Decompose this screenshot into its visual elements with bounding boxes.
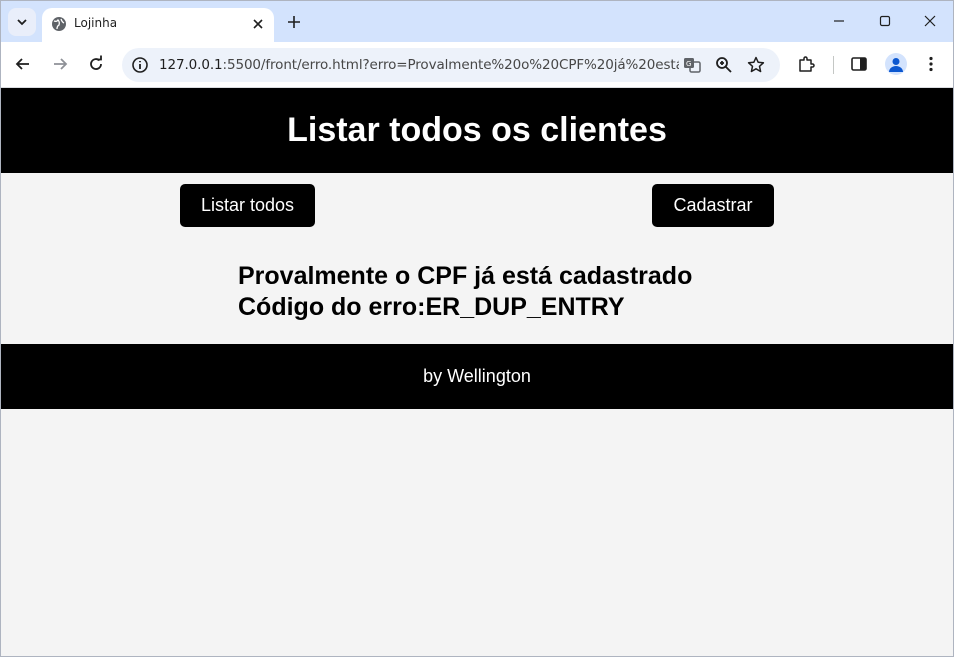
- reload-button[interactable]: [86, 54, 106, 74]
- list-all-button[interactable]: Listar todos: [180, 184, 315, 227]
- minimize-icon: [834, 20, 844, 22]
- globe-icon: [52, 17, 66, 31]
- tab-strip: Lojinha: [1, 1, 953, 42]
- maximize-button[interactable]: [862, 1, 908, 41]
- svg-text:G: G: [686, 60, 691, 68]
- tab-title: Lojinha: [74, 16, 118, 30]
- url-text[interactable]: 127.0.0.1:5500/front/erro.html?erro=Prov…: [159, 57, 679, 73]
- page-title: Listar todos os clientes: [287, 111, 667, 149]
- close-icon: [924, 15, 936, 27]
- puzzle-icon: [799, 56, 815, 72]
- translate-icon[interactable]: G: [683, 56, 701, 74]
- close-tab-icon[interactable]: [250, 16, 266, 32]
- page-footer: by Wellington: [1, 344, 953, 409]
- side-panel-icon: [851, 57, 867, 71]
- register-button[interactable]: Cadastrar: [652, 184, 774, 227]
- bookmark-star-icon[interactable]: [747, 56, 765, 74]
- arrow-right-icon: [54, 58, 68, 70]
- new-tab-icon[interactable]: [285, 13, 303, 31]
- page-header: Listar todos os clientes: [1, 88, 953, 173]
- chevron-down-icon: [17, 19, 27, 26]
- error-code: Código do erro:ER_DUP_ENTRY: [238, 293, 625, 321]
- tab-active[interactable]: Lojinha: [42, 8, 274, 42]
- profile-avatar[interactable]: [885, 53, 907, 75]
- address-bar[interactable]: 127.0.0.1:5500/front/erro.html?erro=Prov…: [122, 48, 780, 82]
- person-icon: [889, 58, 903, 72]
- error-message-block: Provalmente o CPF já está cadastrado Cód…: [238, 261, 692, 323]
- menu-button[interactable]: [921, 54, 941, 74]
- browser-window: Lojinha 127.0.0.1:5500/front/erro.html?e…: [0, 0, 954, 657]
- page-content: Listar todos os clientes Listar todos Ca…: [1, 88, 953, 656]
- zoom-icon[interactable]: [715, 56, 733, 74]
- more-vertical-icon: [929, 56, 933, 72]
- close-window-button[interactable]: [907, 1, 953, 41]
- minimize-button[interactable]: [816, 1, 862, 41]
- reload-icon: [90, 55, 102, 70]
- toolbar-divider: [833, 56, 834, 74]
- url-path: :5500/front/erro.html?erro=Provalmente%2…: [222, 57, 679, 73]
- forward-button[interactable]: [50, 54, 70, 74]
- tab-search-button[interactable]: [8, 8, 36, 36]
- extensions-button[interactable]: [796, 54, 816, 74]
- browser-toolbar: 127.0.0.1:5500/front/erro.html?erro=Prov…: [1, 42, 953, 88]
- footer-credit: by Wellington: [423, 366, 531, 386]
- error-message: Provalmente o CPF já está cadastrado: [238, 262, 693, 290]
- url-host: 127.0.0.1: [159, 57, 223, 73]
- site-info-icon[interactable]: [131, 56, 149, 74]
- maximize-icon: [879, 15, 891, 27]
- arrow-left-icon: [15, 58, 29, 70]
- side-panel-button[interactable]: [849, 54, 869, 74]
- back-button[interactable]: [13, 54, 33, 74]
